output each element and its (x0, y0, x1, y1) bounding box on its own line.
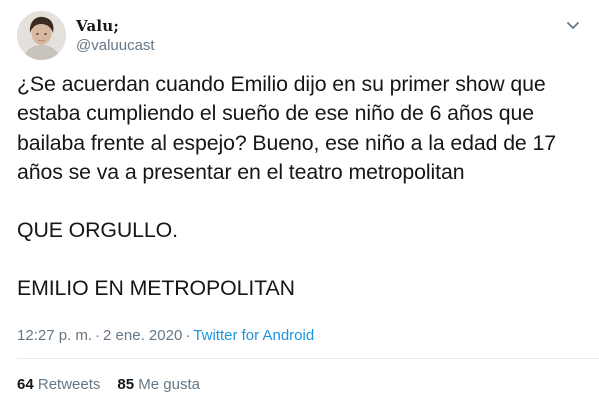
tweet-menu-button[interactable] (561, 13, 585, 37)
tweet-text: ¿Se acuerdan cuando Emilio dijo en su pr… (17, 70, 589, 304)
tweet-card: Valu; @valuucast ¿Se acuerdan cuando Emi… (0, 0, 599, 412)
avatar[interactable] (17, 11, 66, 60)
meta-separator: · (185, 327, 191, 344)
tweet-header: Valu; @valuucast (17, 11, 585, 61)
divider (17, 358, 599, 359)
tweet-time[interactable]: 12:27 p. m. (17, 327, 92, 344)
retweets-count: 64 (17, 376, 34, 393)
tweet-paragraph: QUE ORGULLO. (17, 218, 178, 243)
retweets-stat[interactable]: 64 Retweets (17, 376, 100, 393)
tweet-meta: 12:27 p. m. · 2 ene. 2020 · Twitter for Andr… (17, 327, 314, 345)
user-block: Valu; @valuucast (76, 17, 155, 55)
likes-stat[interactable]: 85 Me gusta (117, 376, 200, 393)
avatar-photo (17, 11, 66, 60)
tweet-paragraph: EMILIO EN METROPOLITAN (17, 276, 295, 301)
likes-label: Me gusta (138, 376, 200, 393)
chevron-down-icon (567, 21, 579, 29)
tweet-paragraph: ¿Se acuerdan cuando Emilio dijo en su pr… (17, 72, 556, 184)
retweets-label: Retweets (37, 376, 101, 393)
user-handle[interactable]: @valuucast (76, 36, 155, 55)
tweet-date[interactable]: 2 ene. 2020 (103, 327, 182, 344)
likes-count: 85 (117, 376, 135, 393)
meta-separator: · (95, 327, 101, 344)
display-name[interactable]: Valu; (76, 17, 155, 35)
tweet-stats: 64 Retweets 85 Me gusta (17, 376, 200, 394)
tweet-source-link[interactable]: Twitter for Android (193, 327, 314, 344)
